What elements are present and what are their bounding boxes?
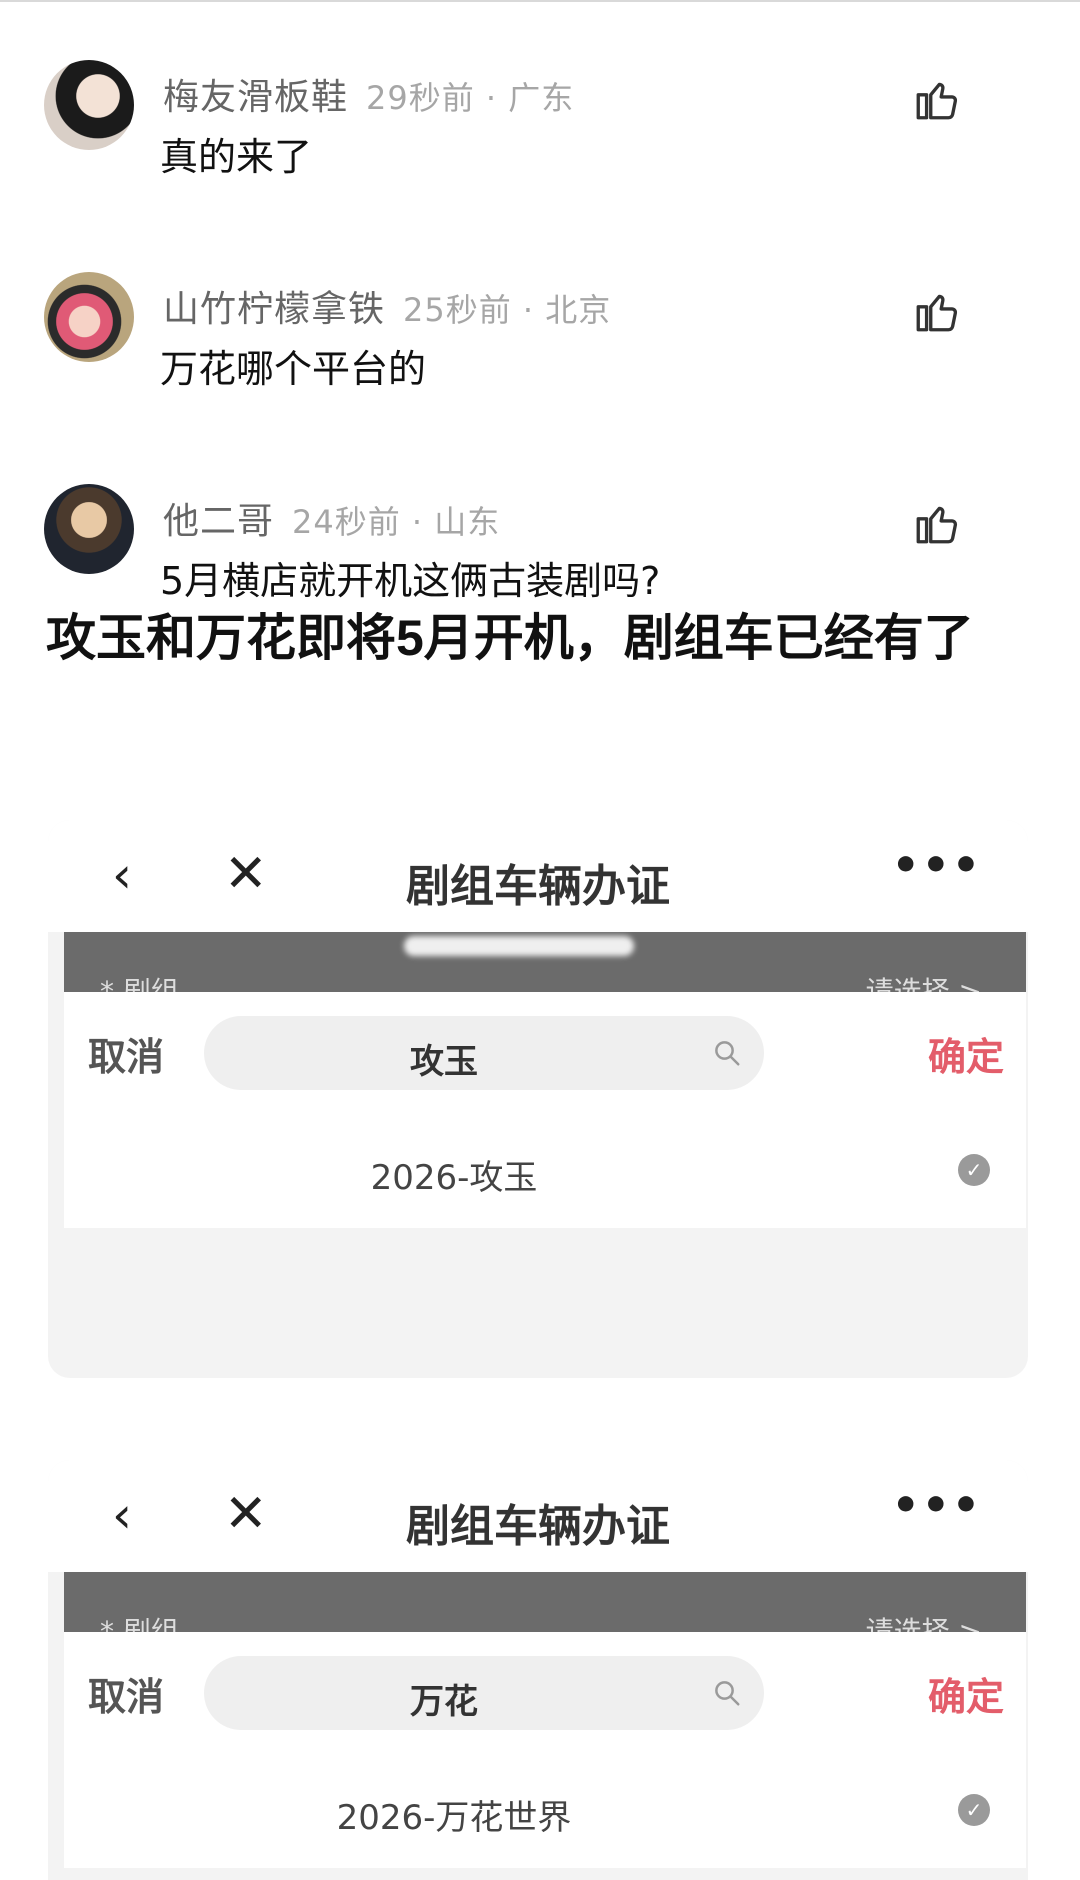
comment-item: 梅友滑板鞋 29秒前 · 广东 真的来了 bbox=[0, 60, 1080, 210]
thumb-up-icon[interactable] bbox=[912, 286, 962, 336]
confirm-button[interactable]: 确定 bbox=[928, 1026, 1004, 1081]
comment-author[interactable]: 山竹柠檬拿铁 25秒前 · 北京 bbox=[163, 280, 611, 332]
cancel-button[interactable]: 取消 bbox=[88, 1026, 164, 1081]
more-icon[interactable]: ••• bbox=[892, 840, 982, 891]
overlay-mask: * 剧组 请选择 > bbox=[64, 932, 1026, 1008]
thumb-up-icon[interactable] bbox=[912, 498, 962, 548]
result-label: 2026-万花世界 bbox=[336, 1798, 572, 1838]
search-value: 万花 bbox=[410, 1682, 478, 1722]
comment-author[interactable]: 梅友滑板鞋 29秒前 · 广东 bbox=[163, 68, 574, 120]
overlay-mask: * 剧组 请选择 > bbox=[64, 1572, 1026, 1648]
more-icon[interactable]: ••• bbox=[892, 1480, 982, 1531]
screenshot-card: ‹ ✕ 剧组车辆办证 ••• * 剧组 请选择 > 取消 攻玉 确定 2026-… bbox=[48, 820, 1028, 1378]
search-icon bbox=[715, 1681, 740, 1706]
check-circle-icon: ✓ bbox=[958, 1794, 990, 1826]
page-title: 剧组车辆办证 bbox=[406, 861, 670, 912]
comment-text: 5月横店就开机这俩古装剧吗? bbox=[160, 559, 661, 603]
list-item[interactable]: 2026-万花世界 ✓ bbox=[64, 1750, 1026, 1868]
comment-location: 广东 bbox=[508, 79, 575, 117]
avatar[interactable] bbox=[44, 484, 134, 574]
page-title: 剧组车辆办证 bbox=[406, 1501, 670, 1552]
avatar[interactable] bbox=[44, 60, 134, 150]
comment-text: 真的来了 bbox=[160, 135, 313, 179]
blurred-text bbox=[404, 936, 634, 956]
comment-time: 29秒前 bbox=[366, 79, 475, 117]
comment-author[interactable]: 他二哥 24秒前 · 山东 bbox=[163, 492, 500, 544]
comment-meta: 29秒前 · 广东 bbox=[366, 79, 575, 117]
username[interactable]: 他二哥 bbox=[163, 501, 274, 542]
screenshot-card: ‹ ✕ 剧组车辆办证 ••• * 剧组 请选择 > 取消 万花 确定 2026-… bbox=[48, 1460, 1028, 1880]
comment-item: 山竹柠檬拿铁 25秒前 · 北京 万花哪个平台的 bbox=[0, 272, 1080, 422]
top-divider bbox=[0, 0, 1080, 2]
comment-meta: 25秒前 · 北京 bbox=[403, 291, 612, 329]
post-headline: 攻玉和万花即将5月开机，剧组车已经有了 bbox=[46, 610, 974, 666]
thumb-up-icon[interactable] bbox=[912, 74, 962, 124]
search-bar-row: 取消 万花 确定 bbox=[64, 1632, 1026, 1750]
username[interactable]: 梅友滑板鞋 bbox=[163, 77, 348, 118]
username[interactable]: 山竹柠檬拿铁 bbox=[163, 289, 385, 330]
comment-meta: 24秒前 · 山东 bbox=[292, 503, 501, 541]
search-value: 攻玉 bbox=[410, 1042, 478, 1082]
comment-location: 山东 bbox=[434, 503, 501, 541]
comment-location: 北京 bbox=[545, 291, 612, 329]
check-circle-icon: ✓ bbox=[958, 1154, 990, 1186]
cancel-button[interactable]: 取消 bbox=[88, 1666, 164, 1721]
comment-time: 25秒前 bbox=[403, 291, 512, 329]
search-icon bbox=[715, 1041, 740, 1066]
comment-text: 万花哪个平台的 bbox=[160, 347, 427, 391]
comment-time: 24秒前 bbox=[292, 503, 401, 541]
search-bar-row: 取消 攻玉 确定 bbox=[64, 992, 1026, 1110]
confirm-button[interactable]: 确定 bbox=[928, 1666, 1004, 1721]
result-label: 2026-攻玉 bbox=[370, 1158, 538, 1198]
avatar[interactable] bbox=[44, 272, 134, 362]
search-input[interactable]: 万花 bbox=[204, 1656, 764, 1730]
app-navbar: ‹ ✕ 剧组车辆办证 ••• bbox=[48, 820, 1028, 932]
app-navbar: ‹ ✕ 剧组车辆办证 ••• bbox=[48, 1460, 1028, 1572]
list-item[interactable]: 2026-攻玉 ✓ bbox=[64, 1110, 1026, 1228]
search-input[interactable]: 攻玉 bbox=[204, 1016, 764, 1090]
